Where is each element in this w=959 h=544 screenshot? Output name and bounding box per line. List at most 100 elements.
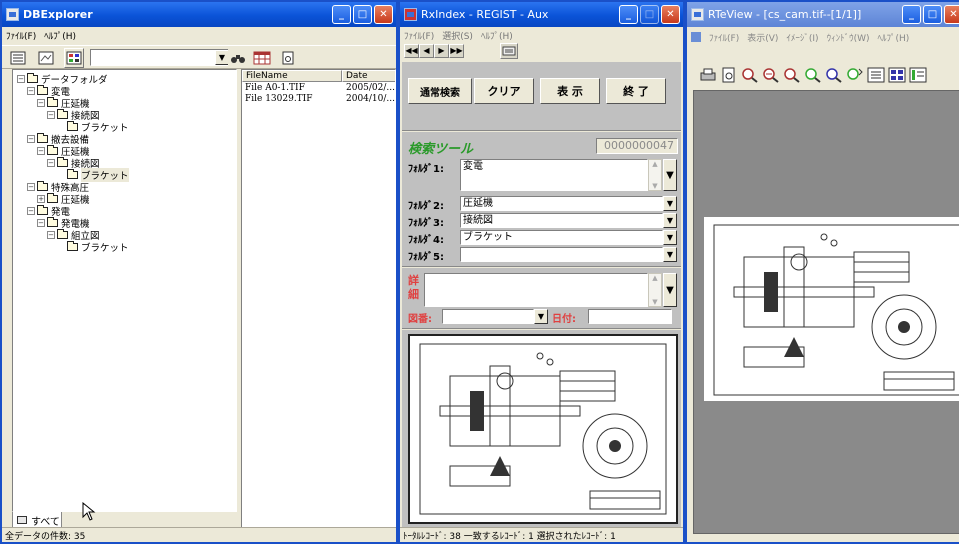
column-header-date[interactable]: Date xyxy=(342,70,395,82)
collapse-icon[interactable]: − xyxy=(47,111,55,119)
app-icon xyxy=(404,8,417,21)
view-grid-icon[interactable] xyxy=(64,48,84,68)
menu-file[interactable]: ﾌｧｲﾙ(F) xyxy=(404,29,434,42)
folder2-label: ﾌｫﾙﾀﾞ2: xyxy=(408,201,444,212)
folder1-dropdown[interactable]: ▼ xyxy=(663,159,677,191)
folder-icon xyxy=(37,205,48,215)
menu-help[interactable]: ﾍﾙﾌﾟ(H) xyxy=(44,29,76,42)
minimize-button[interactable]: _ xyxy=(332,5,351,24)
zoom-100-icon[interactable] xyxy=(804,67,822,86)
collapse-icon[interactable]: − xyxy=(47,159,55,167)
collapse-icon[interactable]: − xyxy=(27,135,35,143)
collapse-icon[interactable]: − xyxy=(37,219,45,227)
list-icon[interactable] xyxy=(909,67,927,86)
expand-icon[interactable]: + xyxy=(37,195,45,203)
drawing-thumbnail[interactable] xyxy=(408,334,678,524)
folder2-field[interactable]: 圧延機 xyxy=(460,196,663,211)
collapse-icon[interactable]: − xyxy=(27,207,35,215)
menu-window[interactable]: ｳｨﾝﾄﾞｳ(W) xyxy=(827,31,870,44)
menubar: ﾌｧｲﾙ(F) ﾍﾙﾌﾟ(H) xyxy=(2,27,396,43)
maximize-button[interactable]: □ xyxy=(353,5,372,24)
menu-select[interactable]: 選択(S) xyxy=(442,29,473,42)
end-button[interactable]: 終 了 xyxy=(606,78,666,104)
keyboard-icon[interactable] xyxy=(500,43,518,59)
close-button[interactable]: ✕ xyxy=(374,5,393,24)
rotate-icon[interactable] xyxy=(846,67,864,86)
collapse-icon[interactable]: − xyxy=(37,99,45,107)
dbexplorer-titlebar[interactable]: DBExplorer _ □ ✕ xyxy=(2,2,396,27)
last-record-icon[interactable]: ▶▶ xyxy=(449,44,464,58)
table-view-icon[interactable] xyxy=(252,48,272,68)
folder3-dropdown[interactable]: ▼ xyxy=(663,213,677,228)
drawing-no-field[interactable] xyxy=(442,309,534,324)
folder-tree[interactable]: − データフォルダ − 変電 − 圧延機 − 接続図 ブラケット − 撤去設備 − 圧延機 − 接続図 ブラケ… xyxy=(12,69,237,512)
detail-dropdown[interactable]: ▼ xyxy=(663,273,677,307)
menu-file[interactable]: ﾌｧｲﾙ(F) xyxy=(709,31,739,44)
menu-help[interactable]: ﾍﾙﾌﾟ(H) xyxy=(878,31,910,44)
menu-help[interactable]: ﾍﾙﾌﾟ(H) xyxy=(481,29,513,42)
tree-item-label: ブラケット xyxy=(81,243,129,254)
view-details-icon[interactable] xyxy=(8,48,28,68)
maximize-button[interactable]: □ xyxy=(923,5,942,24)
minimize-button[interactable]: _ xyxy=(619,5,638,24)
collapse-icon[interactable]: − xyxy=(37,147,45,155)
close-button[interactable]: ✕ xyxy=(944,5,959,24)
search-button[interactable]: 通常検索 xyxy=(408,78,472,104)
menu-file[interactable]: ﾌｧｲﾙ(F) xyxy=(6,29,36,42)
file-list[interactable]: FileName Date File A0-1.TIF 2005/02/... … xyxy=(241,69,396,530)
first-record-icon[interactable]: ◀◀ xyxy=(404,44,419,58)
search-combo[interactable]: ▼ xyxy=(90,49,230,66)
print-icon[interactable] xyxy=(699,67,717,86)
drawing-page[interactable] xyxy=(704,217,959,401)
clear-button[interactable]: クリア xyxy=(474,78,534,104)
window-title: DBExplorer xyxy=(23,8,93,21)
tree-item[interactable]: ブラケット xyxy=(57,241,129,254)
list-item[interactable]: File A0-1.TIF xyxy=(245,83,340,94)
folder-icon xyxy=(37,181,48,191)
list-item[interactable]: File 13029.TIF xyxy=(245,94,340,105)
column-header-filename[interactable]: FileName xyxy=(242,70,342,82)
folder-icon xyxy=(47,217,58,227)
binoculars-icon[interactable] xyxy=(228,48,248,68)
zoom-in-icon[interactable] xyxy=(741,67,759,86)
menu-image[interactable]: ｲﾒｰｼﾞ(I) xyxy=(786,31,818,44)
zoom-window-icon[interactable] xyxy=(762,67,780,86)
mouse-cursor-icon xyxy=(82,501,96,525)
image-viewport[interactable] xyxy=(693,90,959,534)
print-preview-icon[interactable] xyxy=(720,67,738,86)
folder3-field[interactable]: 接続図 xyxy=(460,213,663,228)
folder4-field[interactable]: ブラケット xyxy=(460,230,663,245)
folder2-dropdown[interactable]: ▼ xyxy=(663,196,677,211)
collapse-icon[interactable]: − xyxy=(17,75,25,83)
close-button[interactable]: ✕ xyxy=(661,5,680,24)
folder5-dropdown[interactable]: ▼ xyxy=(663,247,677,262)
fit-width-icon[interactable] xyxy=(867,67,885,86)
collapse-icon[interactable]: − xyxy=(47,231,55,239)
zoom-out-icon[interactable] xyxy=(825,67,843,86)
maximize-button[interactable]: □ xyxy=(640,5,659,24)
detail-field[interactable] xyxy=(424,273,648,307)
zoom-fit-icon[interactable] xyxy=(783,67,801,86)
prev-record-icon[interactable]: ◀ xyxy=(419,44,434,58)
chevron-down-icon[interactable]: ▼ xyxy=(215,50,229,65)
collapse-icon[interactable]: − xyxy=(27,183,35,191)
folder1-scrollbar[interactable]: ▲ ▼ xyxy=(648,159,662,191)
menu-view[interactable]: 表示(V) xyxy=(747,31,778,44)
drawing-no-dropdown[interactable]: ▼ xyxy=(534,309,548,324)
show-button[interactable]: 表 示 xyxy=(540,78,600,104)
detail-scrollbar[interactable]: ▲ ▼ xyxy=(648,273,662,307)
record-counter: 0000000047 xyxy=(596,138,678,154)
folder4-dropdown[interactable]: ▼ xyxy=(663,230,677,245)
date-field[interactable] xyxy=(588,309,672,324)
minimize-button[interactable]: _ xyxy=(902,5,921,24)
folder1-field[interactable]: 変電 xyxy=(460,159,648,191)
folder3-label: ﾌｫﾙﾀﾞ3: xyxy=(408,218,444,229)
folder5-field[interactable] xyxy=(460,247,663,262)
tile-icon[interactable] xyxy=(888,67,906,86)
preview-icon[interactable] xyxy=(278,48,298,68)
view-thumbnail-icon[interactable] xyxy=(36,48,56,68)
rteview-titlebar[interactable]: RTeView - [cs_cam.tif--[1/1]] _ □ ✕ xyxy=(687,2,959,27)
next-record-icon[interactable]: ▶ xyxy=(434,44,449,58)
collapse-icon[interactable]: − xyxy=(27,87,35,95)
rxindex-titlebar[interactable]: RxIndex - REGIST - Aux _ □ ✕ xyxy=(400,2,683,27)
